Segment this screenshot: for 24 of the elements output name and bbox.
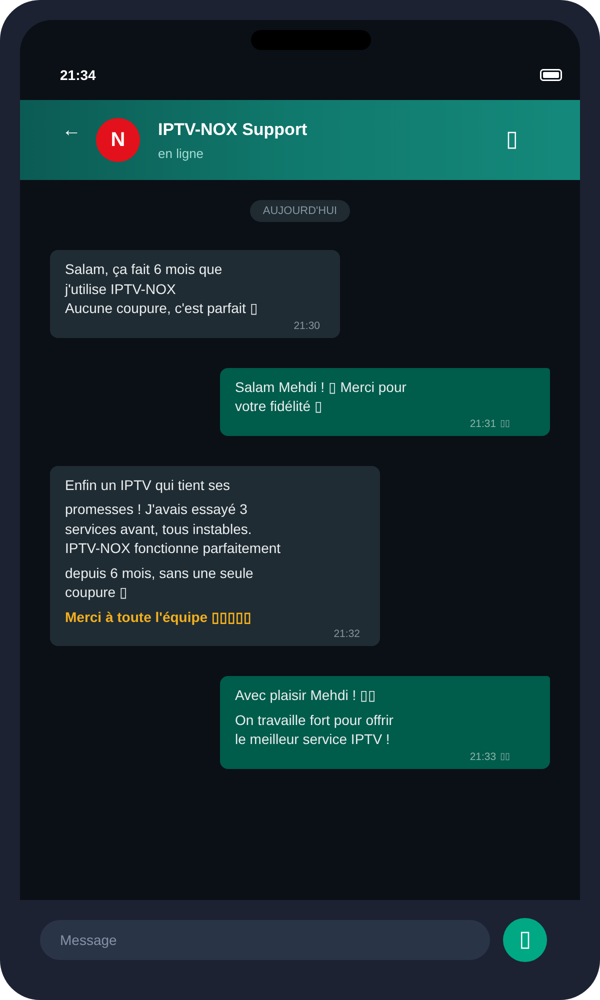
message-text: On travaille fort pour offrir le meilleur service IPTV ! — [235, 710, 394, 749]
message-time: 21:31 — [470, 418, 496, 430]
delivery-status: ▯▯ — [500, 418, 510, 430]
highlighted-text: Merci à toute l'équipe ▯▯▯▯▯ — [65, 608, 252, 627]
message-time: 21:32 — [334, 628, 360, 640]
contact-status: en ligne — [158, 146, 205, 162]
message-text: Salam, ça fait 6 mois que j'utilise IPTV-NOX Aucune coupure, c'est parfait ▯ — [65, 260, 259, 318]
header-action-button[interactable]: ▯ — [506, 128, 518, 152]
contact-avatar: N — [96, 118, 140, 162]
message-text: depuis 6 mois, sans une seule coupure ▯ — [65, 564, 254, 602]
contact-name: IPTV-NOX Support — [158, 118, 308, 140]
back-button[interactable]: ← — [62, 121, 81, 141]
message-time: 21:33 — [470, 750, 496, 762]
battery-icon — [540, 69, 562, 81]
message-text: Enfin un IPTV qui tient ses — [65, 476, 231, 495]
message-input[interactable]: Message — [40, 920, 490, 960]
delivery-status: ▯▯ — [500, 750, 510, 762]
message-text: Avec plaisir Mehdi ! ▯▯ — [235, 686, 378, 705]
message-time: 21:30 — [294, 320, 320, 332]
message-text: Salam Mehdi ! ▯ Merci pour votre fidélité ▯ — [235, 378, 408, 416]
status-time: 21:34 — [60, 67, 96, 83]
send-button[interactable]: ▯ — [503, 918, 547, 962]
message-text: promesses ! J'avais essayé 3 services avant, tous instables. IPTV-NOX fonctionne parfaitement — [65, 500, 282, 558]
date-chip: AUJOURD'HUI — [250, 200, 350, 222]
